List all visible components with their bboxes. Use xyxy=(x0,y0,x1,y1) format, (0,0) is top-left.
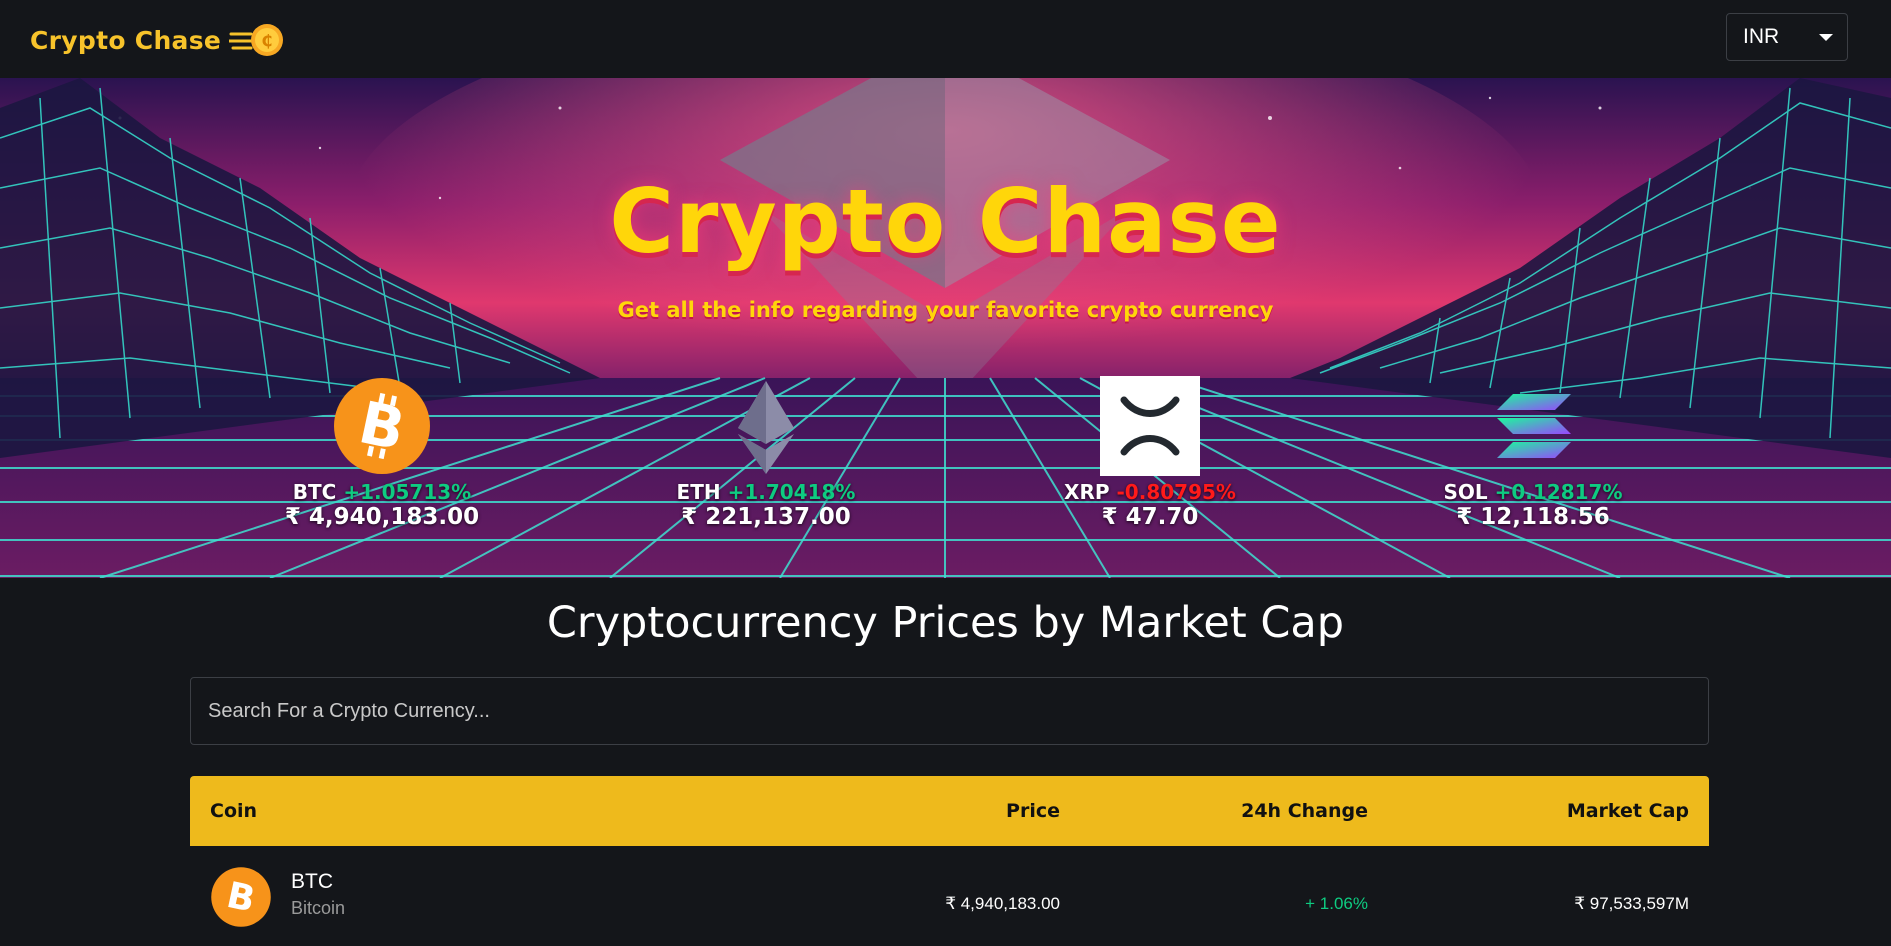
row-coin-name: Bitcoin xyxy=(291,898,346,918)
carousel-coin-sol[interactable]: SOL +0.12817% ₹ 12,118.56 xyxy=(1423,376,1643,530)
coin-symbol: ETH xyxy=(676,480,721,504)
coin-symbol: XRP xyxy=(1064,480,1110,504)
table-row[interactable]: B BTC Bitcoin ₹ 4,940,183.00 + 1.06% ₹ 9… xyxy=(190,846,1709,946)
column-header-market-cap: Market Cap xyxy=(1566,800,1689,822)
coin-change: +1.70418% xyxy=(727,480,856,504)
currency-select[interactable]: INR xyxy=(1726,13,1848,61)
currency-value: INR xyxy=(1743,25,1780,48)
xrp-icon xyxy=(1100,376,1200,476)
section-title: Cryptocurrency Prices by Market Cap xyxy=(546,598,1345,648)
coin-logo-icon: ₵ xyxy=(229,24,284,56)
row-price: ₹ 4,940,183.00 xyxy=(945,894,1060,913)
carousel-coin-btc[interactable]: B BTC +1.05713% ₹ 4,940,183.00 xyxy=(272,376,492,530)
coin-change: +1.05713% xyxy=(343,480,472,504)
coin-price: ₹ 221,137.00 xyxy=(681,504,851,530)
coin-symbol: SOL xyxy=(1443,480,1488,504)
coin-change: +0.12817% xyxy=(1494,480,1623,504)
column-header-price: Price xyxy=(1006,800,1060,822)
table-header: Coin Price 24h Change Market Cap xyxy=(190,776,1709,846)
brand[interactable]: Crypto Chase ₵ xyxy=(30,22,285,58)
carousel-coin-eth[interactable]: ETH +1.70418% ₹ 221,137.00 xyxy=(656,376,876,530)
solana-icon xyxy=(1497,394,1571,458)
row-24h-change: + 1.06% xyxy=(1305,894,1368,913)
carousel-coin-xrp[interactable]: XRP -0.80795% ₹ 47.70 xyxy=(1040,376,1260,530)
coin-price: ₹ 12,118.56 xyxy=(1456,504,1610,530)
caret-down-icon xyxy=(1819,34,1833,41)
hero-subtitle: Get all the info regarding your favorite… xyxy=(617,298,1274,322)
column-header-24h-change: 24h Change xyxy=(1241,800,1368,822)
coin-symbol: BTC xyxy=(292,480,337,504)
bitcoin-icon: B xyxy=(334,378,430,474)
coin-price: ₹ 47.70 xyxy=(1101,504,1199,530)
hero-title: Crypto Chase xyxy=(609,170,1282,273)
row-coin-symbol: BTC xyxy=(291,870,333,893)
row-market-cap: ₹ 97,533,597M xyxy=(1574,894,1689,913)
svg-text:₵: ₵ xyxy=(262,31,273,50)
coin-price: ₹ 4,940,183.00 xyxy=(284,504,480,530)
coin-change: -0.80795% xyxy=(1116,480,1236,504)
top-navbar: Crypto Chase ₵ INR xyxy=(0,0,1891,78)
bitcoin-icon: B xyxy=(211,867,271,927)
brand-name[interactable]: Crypto Chase xyxy=(30,26,221,55)
ethereum-icon xyxy=(738,381,794,474)
hero-banner: Crypto Chase Get all the info regarding … xyxy=(0,78,1891,578)
search-input[interactable] xyxy=(190,677,1709,745)
column-header-coin: Coin xyxy=(210,800,258,822)
